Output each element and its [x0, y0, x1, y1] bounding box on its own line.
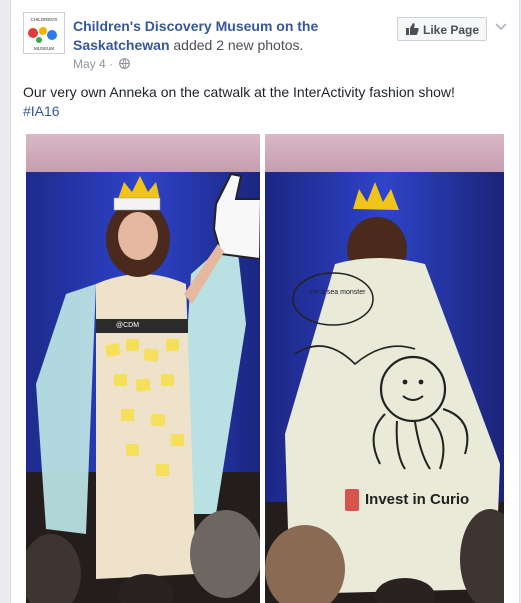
- catwalk-photo-front[interactable]: @CDM: [26, 134, 260, 603]
- post-message: Our very own Anneka on the catwalk at th…: [23, 84, 455, 100]
- post-meta: May 4 ·: [73, 57, 131, 72]
- post-title: Children's Discovery Museum on the Saska…: [73, 17, 373, 55]
- page-avatar[interactable]: CHILDREN'S MUSEUM: [23, 12, 65, 54]
- logo-text-top: CHILDREN'S: [31, 17, 58, 22]
- cape-text: Invest in Curio: [365, 491, 469, 508]
- catwalk-photo-back[interactable]: I'm a sea monster Invest in Curio: [265, 134, 504, 603]
- logo-text-bottom: MUSEUM: [34, 46, 54, 51]
- like-page-label: Like Page: [423, 23, 480, 37]
- bubble-text: I'm a sea monster: [310, 289, 366, 296]
- chevron-down-icon[interactable]: [495, 18, 507, 36]
- post-card: CHILDREN'S MUSEUM Children's Discovery M…: [10, 0, 520, 603]
- like-page-button[interactable]: Like Page: [397, 17, 487, 41]
- post-date[interactable]: May 4: [73, 57, 106, 71]
- hashtag-link[interactable]: #IA16: [23, 103, 60, 119]
- globe-icon: [119, 58, 131, 72]
- thumbs-up-icon: [406, 23, 419, 38]
- dress-badge-text: @CDM: [116, 322, 139, 329]
- post-text: Our very own Anneka on the catwalk at th…: [23, 83, 503, 121]
- post-action-text: added 2 new photos.: [173, 37, 304, 53]
- post-header: CHILDREN'S MUSEUM Children's Discovery M…: [23, 12, 519, 71]
